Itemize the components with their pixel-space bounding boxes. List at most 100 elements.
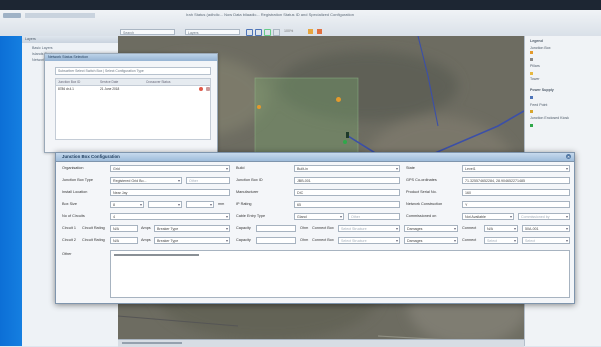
capacity-label: Capacity <box>236 238 251 242</box>
capacity-field[interactable] <box>256 225 296 232</box>
breaker-type-select[interactable]: Breaker Type <box>154 225 230 232</box>
power-supply-icon <box>530 96 533 99</box>
breaker-type-select[interactable]: Breaker Type <box>154 237 230 244</box>
legend-item-label: Pillars <box>530 64 540 68</box>
junction-box-icon <box>530 51 533 54</box>
manufacturer-field[interactable]: DIC <box>294 189 400 196</box>
legend-item-label: Power Supply <box>530 88 554 92</box>
connect-id-select[interactable]: Select <box>522 237 570 244</box>
dialog-title-bar: Junction Box Configuration × <box>56 153 574 162</box>
tower-marker[interactable] <box>346 132 349 138</box>
column-header: Crossover Status <box>146 80 171 84</box>
state-label: State <box>406 166 415 170</box>
zoom-level: 100% <box>284 29 294 33</box>
flag-icon[interactable] <box>308 29 313 34</box>
feed-marker[interactable] <box>343 140 347 144</box>
junction-box-type-select[interactable]: Registered Grid Bo... <box>110 177 182 184</box>
damages-select[interactable]: Damages <box>404 237 458 244</box>
edit-icon[interactable] <box>199 87 203 91</box>
ohm-label: Ohm <box>300 226 309 230</box>
circuits-select[interactable]: 4 <box>110 213 230 220</box>
network-construction-field[interactable]: Y <box>462 201 570 208</box>
column-header: Junction Box ID <box>58 80 81 84</box>
capacity-field[interactable] <box>256 237 296 244</box>
cable-entry-other[interactable]: Other <box>348 213 400 220</box>
commissioned-by-select[interactable]: Commissioned by <box>518 213 570 220</box>
map-tool-buttons[interactable]: 100% <box>246 29 334 36</box>
scale-bar <box>122 342 182 344</box>
capacity-label: Capacity <box>236 226 251 230</box>
measure-icon[interactable] <box>273 29 280 36</box>
subpanel-table: Junction Box ID Service Date Crossover S… <box>55 78 211 140</box>
top-bar <box>0 0 601 10</box>
manufacturer-label: Manufacturer <box>236 190 259 194</box>
build-label: Build <box>236 166 245 170</box>
box-size-label: Box Size <box>62 202 77 206</box>
layer-item[interactable]: Basic Layers <box>32 46 53 50</box>
ohm-label: Ohm <box>300 238 309 242</box>
structure-select[interactable]: Select Structure <box>338 225 400 232</box>
legend-item-label: Junction Enclosed Kiosk <box>530 116 569 120</box>
commissioned-label: Commissioned on <box>406 214 437 218</box>
column-header: Service Date <box>100 80 119 84</box>
zoom-in-icon[interactable] <box>246 29 253 36</box>
box-size-select-c[interactable] <box>186 201 214 208</box>
connect-id-select[interactable]: 50A-001 <box>522 225 570 232</box>
pan-icon[interactable] <box>264 29 271 36</box>
table-header: Junction Box ID Service Date Crossover S… <box>56 79 210 86</box>
kiosk-icon <box>530 124 533 127</box>
junction-box-type-label: Junction Box Type <box>62 178 93 182</box>
junction-box-type-other[interactable]: Other <box>186 177 230 184</box>
circuit-rating-label: Circuit Rating <box>82 238 105 242</box>
legend-item-label: Tower <box>530 77 540 81</box>
warning-icon[interactable] <box>317 29 322 34</box>
cell: 8786 dr.4.1 <box>58 87 74 91</box>
feed-point-icon <box>530 110 533 113</box>
state-select[interactable]: Level1 <box>462 165 570 172</box>
subpanel-tabs[interactable]: Subscriber Select Switch Box | Select Co… <box>55 67 211 75</box>
circuit-rating-field[interactable]: N/A <box>110 237 138 244</box>
circuit-row: Circuit 1 Circuit Rating N/A Amps Breake… <box>56 225 574 235</box>
gps-label: GPS Co-ordinates <box>406 178 437 182</box>
text-cursor-line <box>114 254 199 256</box>
junction-box-config-dialog: Junction Box Configuration × Organisatio… <box>55 152 575 304</box>
circuit-row: Circuit 2 Circuit Rating N/A Amps Breake… <box>56 237 574 247</box>
table-row[interactable]: 8786 dr.4.1 21 June 2018 <box>56 86 210 92</box>
dialog-title: Junction Box Configuration <box>62 154 120 159</box>
connect-select[interactable]: Select <box>484 237 518 244</box>
junction-box-id-label: Junction Box ID <box>236 178 263 182</box>
gps-field[interactable]: 71.325574652284, 28.904652271485 <box>462 177 570 184</box>
close-icon[interactable]: × <box>566 154 571 159</box>
circuit-rating-field[interactable]: N/A <box>110 225 138 232</box>
junction-marker[interactable] <box>336 97 341 102</box>
structure-select[interactable]: Select Structure <box>338 237 400 244</box>
legend-item-label: Junction Box <box>530 46 551 50</box>
ip-rating-field[interactable]: 65 <box>294 201 400 208</box>
box-size-select-a[interactable]: 8 <box>110 201 144 208</box>
serial-field[interactable]: 160 <box>462 189 570 196</box>
zoom-out-icon[interactable] <box>255 29 262 36</box>
network-construction-label: Network Construction <box>406 202 443 206</box>
connect-box-label: Connect Box <box>312 226 334 230</box>
other-textarea[interactable] <box>110 250 570 298</box>
damages-select[interactable]: Damages <box>404 225 458 232</box>
legend-item-label: Feed Point <box>530 103 548 107</box>
build-select[interactable]: Built-in <box>294 165 400 172</box>
serial-label: Product Serial No. <box>406 190 437 194</box>
box-size-select-b[interactable] <box>148 201 182 208</box>
connect-select[interactable]: N/A <box>484 225 518 232</box>
menu-tabs[interactable] <box>25 13 95 18</box>
network-status-panel-title: Network Status Selection <box>45 54 217 61</box>
organisation-select[interactable]: Grid <box>110 165 230 172</box>
connect-label: Connect <box>462 238 477 242</box>
install-location-field[interactable]: Near Jay <box>110 189 230 196</box>
junction-box-id-field[interactable]: JBB-001 <box>294 177 400 184</box>
layer-select[interactable]: Layers <box>185 29 240 35</box>
commissioned-select[interactable]: Not Available <box>462 213 514 220</box>
cable-entry-select[interactable]: Gland <box>294 213 344 220</box>
connect-box-label: Connect Box <box>312 238 334 242</box>
junction-marker[interactable] <box>257 105 261 109</box>
circuits-label: No of Circuits <box>62 214 85 218</box>
search-input[interactable]: Search <box>120 29 175 35</box>
delete-icon[interactable] <box>206 87 210 91</box>
